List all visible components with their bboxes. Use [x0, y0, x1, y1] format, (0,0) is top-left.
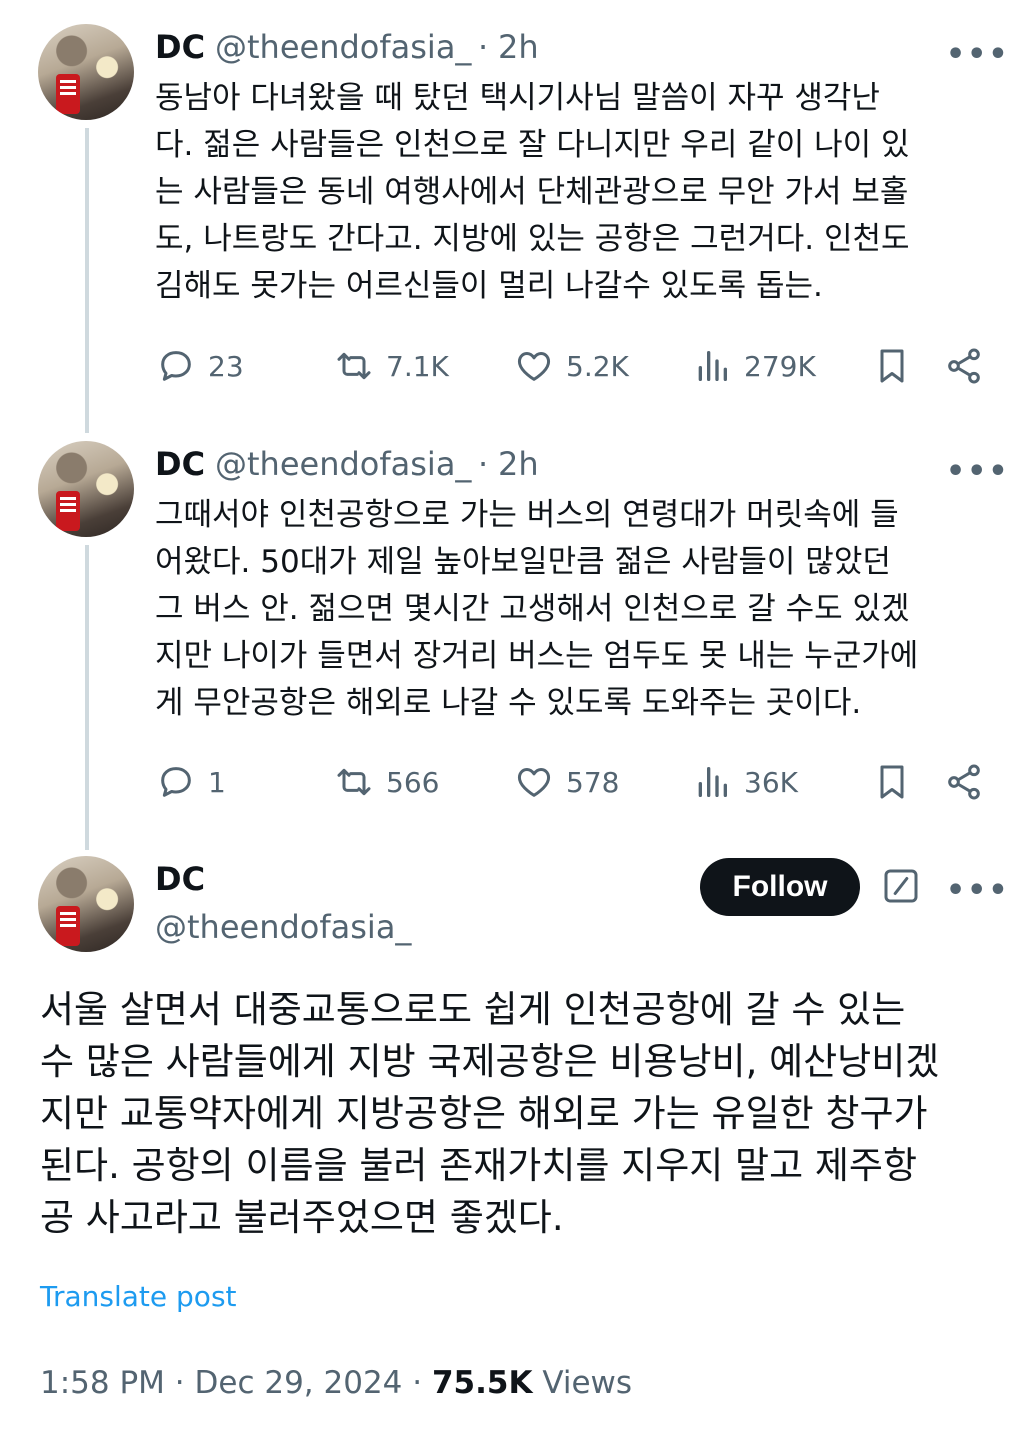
like-button[interactable]: 578: [514, 762, 619, 802]
follow-button[interactable]: Follow: [700, 858, 860, 916]
separator: ·: [174, 1365, 185, 1401]
repost-count: 566: [386, 765, 440, 799]
bookmark-button[interactable]: [872, 762, 912, 802]
more-icon[interactable]: •••: [946, 40, 1010, 70]
reply-button[interactable]: 23: [156, 346, 244, 386]
views-button[interactable]: 36K: [692, 762, 798, 802]
grok-button[interactable]: [881, 866, 921, 906]
handle[interactable]: @theendofasia_: [155, 908, 411, 946]
repost-icon: [337, 768, 371, 796]
timestamp[interactable]: 2h: [498, 28, 539, 66]
thread-line: [85, 545, 89, 850]
separator: ·: [478, 445, 489, 483]
separator: ·: [478, 28, 489, 66]
post-text: 그때서야 인천공항으로 가는 버스의 연령대가 머릿속에 들 어왔다. 50대가…: [155, 497, 919, 721]
reply-button[interactable]: 1: [156, 762, 226, 802]
post-text: 서울 살면서 대중교통으로도 쉽게 인천공항에 갈 수 있는 수 많은 사람들에…: [40, 988, 940, 1239]
thread-line: [85, 128, 89, 433]
share-icon: [948, 764, 980, 800]
more-icon[interactable]: •••: [946, 876, 1010, 906]
grok-icon: [884, 869, 918, 903]
like-icon: [517, 768, 551, 797]
reply-icon: [161, 351, 191, 381]
views-count: 36K: [744, 765, 798, 799]
translate-link[interactable]: Translate post: [40, 1280, 237, 1313]
separator: ·: [412, 1365, 423, 1401]
post-text: 동남아 다녀왔을 때 탔던 택시기사님 말씀이 자꾸 생각난 다. 젊은 사람들…: [155, 80, 910, 304]
reply-count: 1: [208, 765, 226, 799]
reply-icon: [161, 767, 191, 797]
display-name[interactable]: DC: [155, 445, 205, 483]
post-date[interactable]: Dec 29, 2024: [195, 1365, 403, 1401]
bookmark-icon: [880, 349, 904, 383]
like-icon: [517, 352, 551, 381]
avatar[interactable]: [38, 441, 134, 537]
handle[interactable]: @theendofasia_: [215, 445, 471, 483]
avatar[interactable]: [38, 24, 134, 120]
views-icon: [698, 767, 727, 797]
like-count: 5.2K: [566, 349, 629, 383]
avatar[interactable]: [38, 856, 134, 952]
views-count: 279K: [744, 349, 816, 383]
repost-button[interactable]: 566: [334, 762, 439, 802]
views-button[interactable]: 279K: [692, 346, 816, 386]
post-time[interactable]: 1:58 PM: [40, 1365, 165, 1401]
views-count: 75.5K: [431, 1365, 533, 1401]
share-icon: [948, 348, 980, 384]
bookmark-button[interactable]: [872, 346, 912, 386]
like-count: 578: [566, 765, 620, 799]
repost-count: 7.1K: [386, 349, 449, 383]
post-footer: 1:58 PM · Dec 29, 2024 · 75.5K Views: [40, 1365, 632, 1401]
repost-button[interactable]: 7.1K: [334, 346, 449, 386]
share-button[interactable]: [944, 346, 984, 386]
like-button[interactable]: 5.2K: [514, 346, 629, 386]
display-name[interactable]: DC: [155, 860, 205, 898]
views-icon: [698, 351, 727, 381]
bookmark-icon: [880, 765, 904, 799]
reply-count: 23: [208, 349, 244, 383]
views-label: Views: [542, 1365, 633, 1401]
repost-icon: [337, 352, 371, 380]
share-button[interactable]: [944, 762, 984, 802]
display-name[interactable]: DC: [155, 28, 205, 66]
more-icon[interactable]: •••: [946, 457, 1010, 487]
handle[interactable]: @theendofasia_: [215, 28, 471, 66]
timestamp[interactable]: 2h: [498, 445, 539, 483]
